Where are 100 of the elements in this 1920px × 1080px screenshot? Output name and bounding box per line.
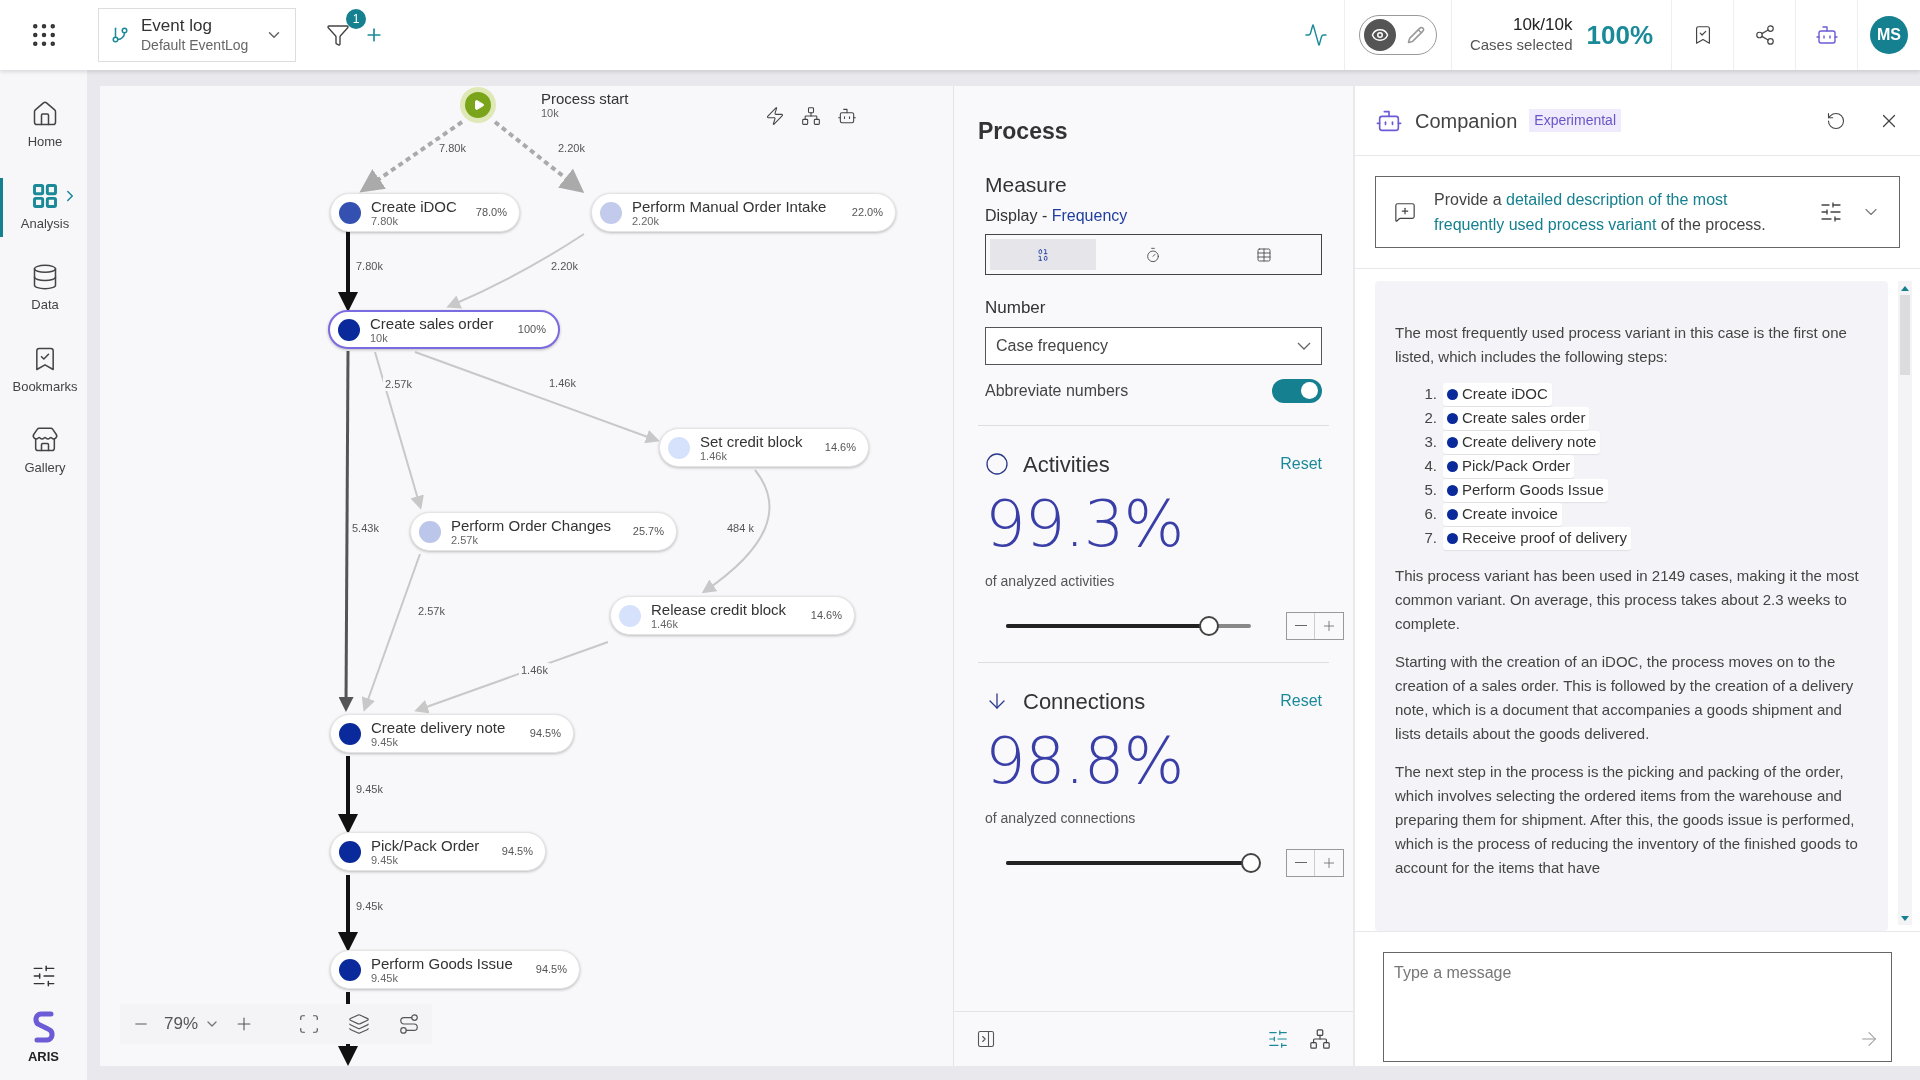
sidebar-item[interactable]: Data xyxy=(0,259,87,319)
edge-label: 9.45k xyxy=(354,899,385,913)
activity-chip[interactable]: Create iDOC xyxy=(1443,383,1552,406)
settings-sliders-icon[interactable] xyxy=(1267,1028,1289,1050)
node-title: Set credit block xyxy=(700,432,804,450)
activity-chip[interactable]: Create delivery note xyxy=(1443,431,1601,454)
field-label: Number xyxy=(985,297,1047,319)
zoom-level-dropdown[interactable]: 79% xyxy=(164,1011,221,1037)
slider-thumb[interactable] xyxy=(1241,852,1261,873)
edge-label: 1.46k xyxy=(547,376,578,390)
event-log-subtitle: Default EventLog xyxy=(141,36,250,54)
sidebar-item[interactable]: Analysis xyxy=(0,177,87,237)
node-count: 10k xyxy=(541,107,560,120)
activity-node[interactable]: Create sales order 10k 100% xyxy=(328,310,560,349)
panel-title: Companion xyxy=(1415,108,1518,134)
event-log-dropdown[interactable]: Event log Default EventLog xyxy=(98,8,296,62)
caption-text: of analyzed activities xyxy=(985,571,1116,591)
user-avatar[interactable]: MS xyxy=(1870,16,1908,54)
activity-node[interactable]: Release credit block 1.46k 14.6% xyxy=(610,596,855,635)
bot-icon[interactable] xyxy=(837,106,857,126)
activity-node[interactable]: Perform Order Changes 2.57k 25.7% xyxy=(410,512,677,551)
layers-icon[interactable] xyxy=(348,1013,371,1035)
companion-icon[interactable] xyxy=(1814,23,1839,47)
scrollbar-thumb[interactable] xyxy=(1900,295,1910,375)
node-title: Perform Manual Order Intake xyxy=(632,197,828,215)
edge-label: 484 k xyxy=(725,521,756,535)
activity-node[interactable]: Create iDOC 7.80k 78.0% xyxy=(330,193,520,232)
hierarchy-icon[interactable] xyxy=(801,106,821,126)
node-title: Pick/Pack Order xyxy=(371,836,481,854)
route-icon[interactable] xyxy=(398,1013,421,1035)
activity-node[interactable]: Perform Goods Issue 9.45k 94.5% xyxy=(330,950,580,989)
list-number: 7. xyxy=(1423,528,1437,549)
response-paragraph: Starting with the creation of an iDOC, the process moves on to the creation of a sales order. This is followed by the creation of a delivery note, which is a document that accompanies a goods shipment and lists details about the goods delivered. xyxy=(1395,652,1855,744)
sidebar-item[interactable]: Home xyxy=(0,96,87,156)
sidebar-item[interactable]: Bookmarks xyxy=(0,340,87,400)
activity-chip[interactable]: Create invoice xyxy=(1443,503,1562,526)
display-label: Display - Frequency xyxy=(985,206,1129,226)
cases-percent: 100% xyxy=(1586,18,1653,52)
sidebar-item[interactable]: Gallery xyxy=(0,422,87,482)
node-percent: 94.5% xyxy=(529,726,561,742)
edge-label: 5.43k xyxy=(350,521,381,535)
list-number: 1. xyxy=(1423,384,1437,405)
share-icon[interactable] xyxy=(1753,24,1776,46)
node-count: 9.45k xyxy=(371,971,399,985)
activity-node[interactable]: Pick/Pack Order 9.45k 94.5% xyxy=(330,832,546,871)
number-select[interactable]: Case frequency xyxy=(985,326,1322,365)
chevron-down-icon xyxy=(1297,341,1311,350)
stopwatch-icon xyxy=(1145,246,1162,263)
analysis-icon[interactable] xyxy=(1303,23,1328,47)
play-icon xyxy=(473,99,485,111)
edge-label: 9.45k xyxy=(354,782,385,796)
eye-icon xyxy=(1370,26,1389,44)
hierarchy-icon[interactable] xyxy=(1309,1028,1331,1050)
message-field[interactable]: Type a message xyxy=(1383,952,1892,1062)
activity-chip[interactable]: Receive proof of delivery xyxy=(1443,527,1632,550)
activity-node[interactable]: Perform Manual Order Intake 2.20k 22.0% xyxy=(591,193,896,232)
node-title: Create sales order xyxy=(370,314,495,332)
dashboard-icon xyxy=(31,181,59,210)
scroll-up-icon[interactable] xyxy=(1901,285,1909,291)
chat-sparkle-icon xyxy=(1394,201,1416,223)
toggle-switch[interactable] xyxy=(1272,378,1322,403)
node-count: 7.80k xyxy=(371,214,399,228)
view-mode-button[interactable] xyxy=(1363,19,1396,51)
activity-chip[interactable]: Pick/Pack Order xyxy=(1443,455,1575,478)
reset-link[interactable]: Reset xyxy=(1280,689,1322,713)
node-count: 2.57k xyxy=(451,533,479,547)
activity-node[interactable]: Create delivery note 9.45k 94.5% xyxy=(330,714,574,753)
activity-chip[interactable]: Perform Goods Issue xyxy=(1443,479,1608,502)
prompt-text: Provide a detailed description of the most frequently used process variant of the process. xyxy=(1434,190,1767,235)
reset-link[interactable]: Reset xyxy=(1280,452,1322,476)
settings-sliders-icon[interactable] xyxy=(1819,200,1843,224)
list-number: 2. xyxy=(1423,408,1437,429)
edge-label: 7.80k xyxy=(354,259,385,273)
refresh-icon[interactable] xyxy=(1826,110,1846,131)
scroll-down-icon[interactable] xyxy=(1901,915,1909,921)
activity-node[interactable]: Set credit block 1.46k 14.6% xyxy=(659,428,869,467)
list-number: 5. xyxy=(1423,480,1437,501)
node-count: 1.46k xyxy=(651,617,679,631)
edge-label: 1.46k xyxy=(519,663,550,677)
prompt-card[interactable]: Provide a detailed description of the most frequently used process variant of the process. xyxy=(1375,176,1900,248)
activity-chip[interactable]: Create sales order xyxy=(1443,407,1590,430)
lightning-icon[interactable] xyxy=(765,106,785,126)
collapse-panel-icon[interactable] xyxy=(976,1029,996,1049)
caption-text: of analyzed connections xyxy=(985,808,1137,828)
filter-icon[interactable] xyxy=(326,23,350,47)
logo-text: ARIS xyxy=(27,1047,60,1066)
node-percent: 100% xyxy=(517,322,546,338)
branch-icon xyxy=(111,26,129,44)
list-number: 6. xyxy=(1423,504,1437,525)
edge-label: 2.57k xyxy=(416,604,447,618)
node-percent: 78.0% xyxy=(475,205,507,221)
table-icon xyxy=(1255,246,1272,263)
section-heading: Activities xyxy=(1023,450,1110,479)
process-start-node[interactable] xyxy=(460,87,496,123)
fit-screen-icon[interactable] xyxy=(298,1013,321,1035)
node-count: 1.46k xyxy=(700,449,728,463)
list-number: 4. xyxy=(1423,456,1437,477)
slider-thumb[interactable] xyxy=(1199,615,1220,636)
node-title: Release credit block xyxy=(651,600,788,618)
node-count: 9.45k xyxy=(371,853,399,867)
